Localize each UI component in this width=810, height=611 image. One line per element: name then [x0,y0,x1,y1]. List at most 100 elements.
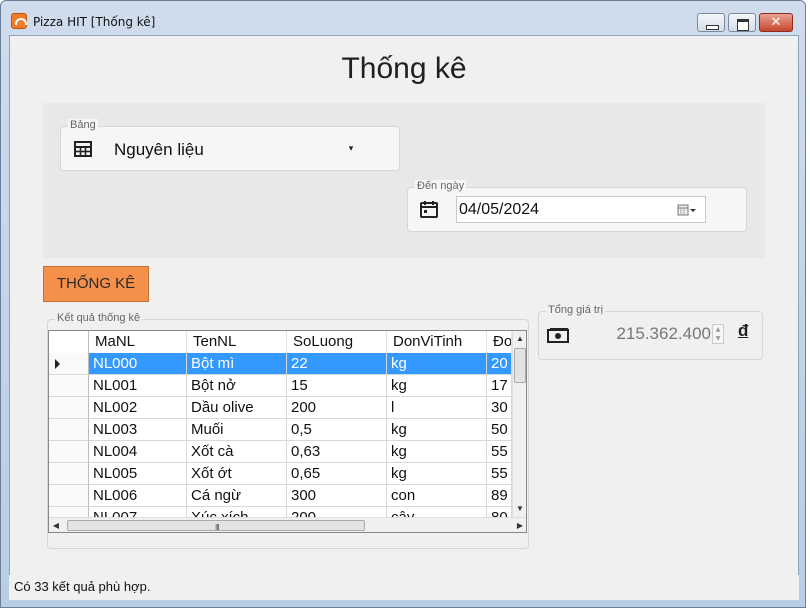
scroll-left-icon[interactable]: ◀ [49,518,63,532]
result-grid[interactable]: MaNL TenNL SoLuong DonViTinh Đơ NL000 Bộ… [48,330,527,533]
cell-soluong[interactable]: 15 [287,375,387,397]
table-row[interactable]: NL001 Bột nở 15 kg 17 [49,375,512,397]
minimize-button[interactable] [697,13,725,32]
row-header[interactable] [49,397,89,419]
cell-donvitinh[interactable]: kg [387,463,487,485]
den-ngay-group: Đến ngày 04/05/2024 [407,180,747,232]
client-area: Thống kê Bảng Nguyên liệu ▾ Đến ngày 04/… [9,35,799,600]
row-header[interactable] [49,353,89,375]
calendar-icon [420,201,438,218]
status-bar: Có 33 kết quả phù hợp. [9,575,799,600]
scroll-down-icon[interactable]: ▼ [513,501,526,517]
grid-corner[interactable] [49,331,89,353]
row-header[interactable] [49,419,89,441]
cell-dongia[interactable]: 30 [487,397,512,419]
window-title: Pizza HIT [Thống kê] [33,15,156,29]
dropdown-arrow-icon[interactable]: ▾ [344,139,358,159]
tong-gia-tri-value: 215.362.400 [616,324,711,343]
cell-dongia[interactable]: 17 [487,375,512,397]
column-header-dongia[interactable]: Đơ [487,331,512,353]
row-header[interactable] [49,375,89,397]
tong-gia-tri-group: Tổng giá trị 215.362.400 ▲ ▼ đ [538,304,763,360]
cell-dongia[interactable]: 55 [487,441,512,463]
table-row[interactable]: NL004 Xốt cà 0,63 kg 55 [49,441,512,463]
money-icon [547,328,569,343]
den-ngay-date-picker[interactable]: 04/05/2024 [456,196,706,223]
scroll-grip-icon: III [215,523,220,532]
cell-tennl[interactable]: Bột nở [187,375,287,397]
table-row[interactable]: NL000 Bột mì 22 kg 20 [49,353,512,375]
bang-value[interactable]: Nguyên liệu [114,140,204,160]
horizontal-scrollbar[interactable]: ◀ III ▶ [49,517,526,532]
cell-soluong[interactable]: 300 [287,485,387,507]
cell-manl[interactable]: NL002 [89,397,187,419]
currency-symbol: đ [738,321,749,340]
cell-soluong[interactable]: 0,65 [287,463,387,485]
cell-dongia[interactable]: 20 [487,353,512,375]
den-ngay-value[interactable]: 04/05/2024 [459,201,539,219]
table-row[interactable]: NL006 Cá ngừ 300 con 89 [49,485,512,507]
cell-manl[interactable]: NL004 [89,441,187,463]
column-header-manl[interactable]: MaNL [89,331,187,353]
scroll-right-icon[interactable]: ▶ [513,518,526,532]
table-row[interactable]: NL005 Xốt ớt 0,65 kg 55 [49,463,512,485]
column-header-soluong[interactable]: SoLuong [287,331,387,353]
current-row-arrow-icon [55,359,60,369]
status-text: Có 33 kết quả phù hợp. [14,579,151,594]
spin-down-icon: ▼ [715,335,721,342]
vertical-scroll-thumb[interactable] [514,348,526,383]
title-bar[interactable]: Pizza HIT [Thống kê] ✕ [1,1,805,33]
cell-dongia[interactable]: 50 [487,419,512,441]
cell-soluong[interactable]: 200 [287,397,387,419]
cell-soluong[interactable]: 0,63 [287,441,387,463]
table-icon [74,141,92,157]
table-row[interactable]: NL003 Muối 0,5 kg 50 [49,419,512,441]
app-window: Pizza HIT [Thống kê] ✕ Thống kê Bảng Ngu… [0,0,806,608]
cell-soluong[interactable]: 22 [287,353,387,375]
column-header-tennl[interactable]: TenNL [187,331,287,353]
cell-tennl[interactable]: Xốt ớt [187,463,287,485]
vertical-scrollbar[interactable]: ▲ ▼ [512,331,526,517]
cell-donvitinh[interactable]: con [387,485,487,507]
cell-donvitinh[interactable]: kg [387,353,487,375]
cell-tennl[interactable]: Dầu olive [187,397,287,419]
cell-soluong[interactable]: 0,5 [287,419,387,441]
cell-tennl[interactable]: Bột mì [187,353,287,375]
cell-donvitinh[interactable]: l [387,397,487,419]
cell-donvitinh[interactable]: kg [387,441,487,463]
pizza-app-icon[interactable] [11,13,27,29]
bang-selector[interactable]: Bảng Nguyên liệu ▾ [60,119,400,171]
value-spinner: ▲ ▼ [712,324,724,344]
cell-dongia[interactable]: 89 [487,485,512,507]
row-header[interactable] [49,441,89,463]
tong-gia-tri-label: Tổng giá trị [546,304,606,316]
row-header[interactable] [49,463,89,485]
cell-manl[interactable]: NL003 [89,419,187,441]
column-header-donvitinh[interactable]: DonViTinh [387,331,487,353]
cell-manl[interactable]: NL000 [89,353,187,375]
spin-up-icon: ▲ [715,326,721,333]
cell-manl[interactable]: NL006 [89,485,187,507]
table-row[interactable]: NL002 Dầu olive 200 l 30 [49,397,512,419]
scroll-up-icon[interactable]: ▲ [513,331,526,347]
row-header[interactable] [49,485,89,507]
result-label: Kết quả thống kê [55,312,143,324]
date-dropdown-icon[interactable] [677,203,697,217]
horizontal-scroll-thumb[interactable]: III [67,520,365,532]
page-title: Thống kê [341,52,467,85]
den-ngay-label: Đến ngày [415,180,467,192]
maximize-button[interactable] [728,13,756,32]
thong-ke-button[interactable]: THỐNG KÊ [43,266,149,302]
cell-tennl[interactable]: Muối [187,419,287,441]
close-button[interactable]: ✕ [759,13,793,32]
result-group: Kết quả thống kê MaNL TenNL SoLuong DonV… [47,312,529,549]
cell-manl[interactable]: NL001 [89,375,187,397]
cell-dongia[interactable]: 55 [487,463,512,485]
cell-tennl[interactable]: Cá ngừ [187,485,287,507]
cell-manl[interactable]: NL005 [89,463,187,485]
cell-donvitinh[interactable]: kg [387,419,487,441]
cell-donvitinh[interactable]: kg [387,375,487,397]
close-icon: ✕ [770,15,782,30]
filter-panel: Bảng Nguyên liệu ▾ Đến ngày 04/05/2024 [43,103,765,258]
cell-tennl[interactable]: Xốt cà [187,441,287,463]
